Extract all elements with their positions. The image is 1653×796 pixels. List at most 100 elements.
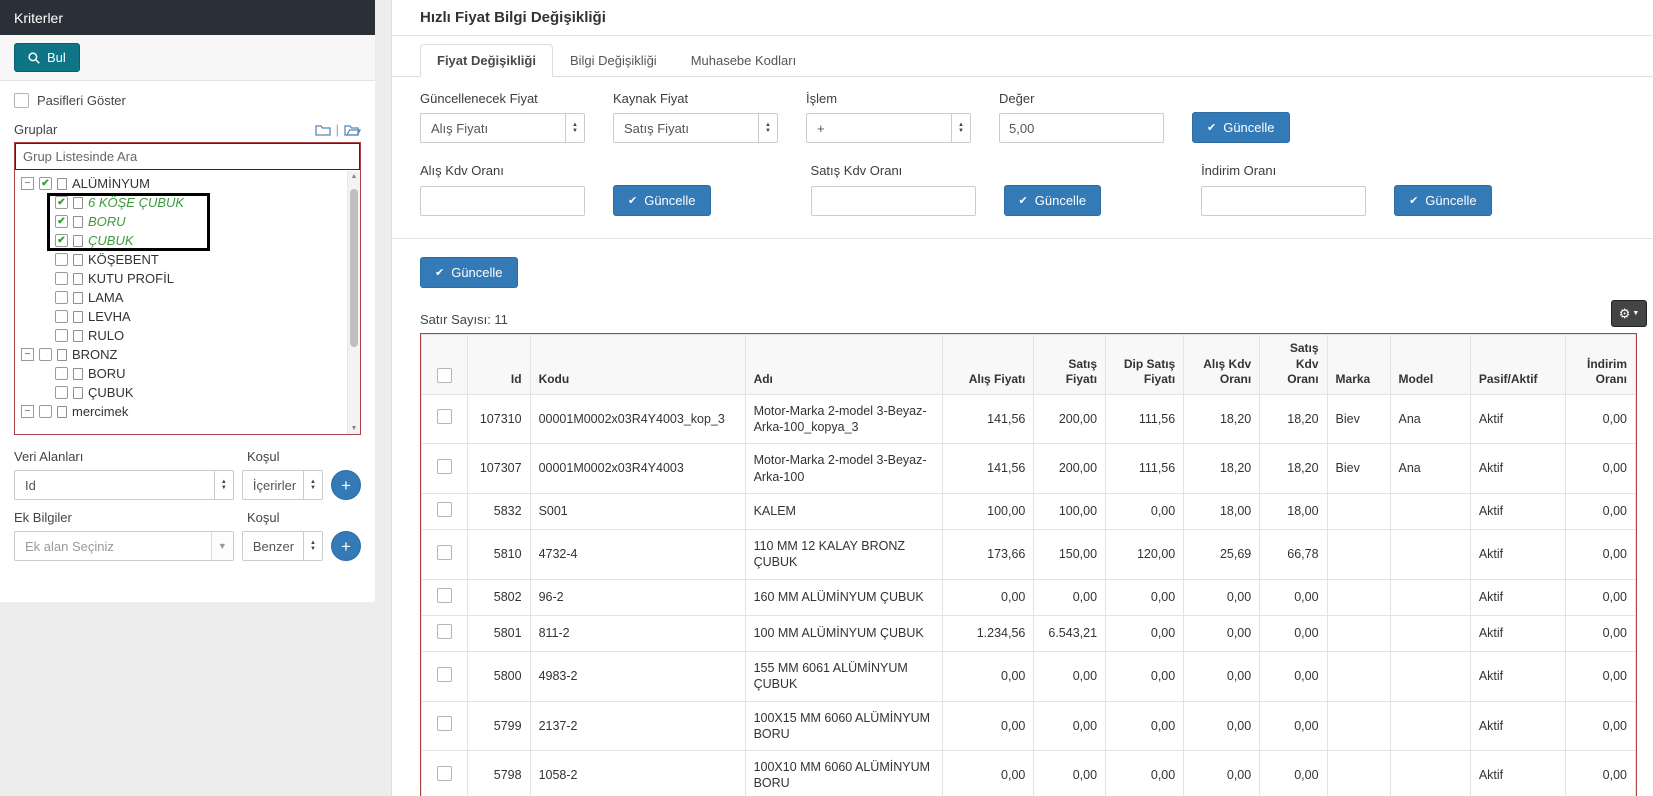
column-header[interactable]: Id xyxy=(467,335,530,395)
table-cell: 5800 xyxy=(467,652,530,702)
column-header[interactable]: Marka xyxy=(1327,335,1390,395)
collapse-all-folder-icon[interactable] xyxy=(315,123,331,136)
add-extra-button[interactable]: + xyxy=(331,531,361,561)
group-search-input[interactable] xyxy=(15,143,360,170)
update-price-button[interactable]: ✔ Güncelle xyxy=(1192,112,1290,143)
column-header[interactable]: Pasif/Aktif xyxy=(1470,335,1566,395)
show-passives-toggle[interactable]: Pasifleri Göster xyxy=(14,93,361,108)
tree-checkbox[interactable]: ✔ xyxy=(55,215,68,228)
page: Kriterler Bul Pasifleri Göster Gruplar | xyxy=(0,0,1653,796)
table-cell xyxy=(1327,652,1390,702)
bulk-update-button[interactable]: ✔ Güncelle xyxy=(420,257,518,288)
column-header[interactable]: Dip Satış Fiyatı xyxy=(1106,335,1184,395)
column-header[interactable]: Satış Kdv Oranı xyxy=(1260,335,1327,395)
table-cell: Aktif xyxy=(1470,444,1566,494)
value-input[interactable] xyxy=(999,113,1164,143)
tab-muhasebe-kodlari[interactable]: Muhasebe Kodları xyxy=(674,44,814,77)
row-checkbox[interactable] xyxy=(437,624,452,639)
tree-item[interactable]: − BRONZ xyxy=(19,345,356,364)
tree-checkbox[interactable] xyxy=(55,272,68,285)
row-checkbox[interactable] xyxy=(437,588,452,603)
tree-scrollbar[interactable]: ▲ ▼ xyxy=(347,171,360,434)
tree-item[interactable]: LEVHA xyxy=(19,307,356,326)
tree-item[interactable]: ✔6 KÖŞE ÇUBUK xyxy=(19,193,356,212)
tab-fiyat-degisikligi[interactable]: Fiyat Değişikliği xyxy=(420,44,553,77)
tree-item-label: BRONZ xyxy=(72,347,118,362)
price-form-row-2: Alış Kdv Oranı ✔ Güncelle Satış Kdv Oran… xyxy=(420,163,1637,216)
tree-item[interactable]: ✔ÇUBUK xyxy=(19,231,356,250)
tree-item[interactable]: −mercimek xyxy=(19,402,356,421)
update-price-select[interactable]: Alış Fiyatı ▲▼ xyxy=(420,113,585,143)
row-checkbox[interactable] xyxy=(437,459,452,474)
condition-select-1[interactable]: İçerirler ▲▼ xyxy=(242,470,323,500)
tab-bilgi-degisikligi[interactable]: Bilgi Değişikliği xyxy=(553,44,674,77)
operation-select[interactable]: + ▲▼ xyxy=(806,113,971,143)
tree-expander-icon[interactable]: − xyxy=(21,348,34,361)
column-header[interactable]: Alış Kdv Oranı xyxy=(1184,335,1260,395)
table-row[interactable]: 5801811-2100 MM ALÜMİNYUM ÇUBUK1.234,566… xyxy=(422,615,1636,651)
find-button[interactable]: Bul xyxy=(14,43,80,72)
row-checkbox[interactable] xyxy=(437,667,452,682)
add-criteria-button[interactable]: + xyxy=(331,470,361,500)
table-row[interactable]: 57992137-2100X15 MM 6060 ALÜMİNYUM BORU0… xyxy=(422,701,1636,751)
update-sales-vat-button[interactable]: ✔ Güncelle xyxy=(1004,185,1102,216)
column-header[interactable]: Satış Fiyatı xyxy=(1034,335,1106,395)
column-header[interactable]: İndirim Oranı xyxy=(1566,335,1636,395)
data-field-select[interactable]: Id ▲▼ xyxy=(14,470,234,500)
table-row[interactable]: 58104732-4110 MM 12 KALAY BRONZ ÇUBUK173… xyxy=(422,530,1636,580)
show-passives-checkbox[interactable] xyxy=(14,93,29,108)
table-cell: 100X10 MM 6060 ALÜMİNYUM BORU xyxy=(745,751,943,796)
column-header[interactable]: Model xyxy=(1390,335,1470,395)
update-purchase-vat-button[interactable]: ✔ Güncelle xyxy=(613,185,711,216)
tree-checkbox[interactable] xyxy=(55,291,68,304)
column-header[interactable]: Alış Fiyatı xyxy=(943,335,1034,395)
tree-checkbox[interactable] xyxy=(55,329,68,342)
tree-checkbox[interactable] xyxy=(39,348,52,361)
tree-expander-icon[interactable]: − xyxy=(21,405,34,418)
tree-checkbox[interactable] xyxy=(55,310,68,323)
tree-expander-icon[interactable]: − xyxy=(21,177,34,190)
expand-all-folder-icon[interactable] xyxy=(344,123,361,136)
column-header[interactable]: Adı xyxy=(745,335,943,395)
extra-field-select[interactable]: Ek alan Seçiniz ▼ xyxy=(14,531,234,561)
tree-checkbox[interactable] xyxy=(39,405,52,418)
row-checkbox[interactable] xyxy=(437,545,452,560)
table-row[interactable]: 58004983-2155 MM 6061 ALÜMİNYUM ÇUBUK0,0… xyxy=(422,652,1636,702)
row-checkbox[interactable] xyxy=(437,502,452,517)
tree-item[interactable]: KÖŞEBENT xyxy=(19,250,356,269)
table-settings-button[interactable]: ⚙ ▼ xyxy=(1611,300,1647,327)
tree-item[interactable]: BORU xyxy=(19,364,356,383)
tree-item[interactable]: ✔BORU xyxy=(19,212,356,231)
sales-vat-input[interactable] xyxy=(811,186,976,216)
scroll-down-icon[interactable]: ▼ xyxy=(348,425,360,432)
select-all-checkbox[interactable] xyxy=(437,368,452,383)
tree-checkbox[interactable] xyxy=(55,253,68,266)
source-price-select[interactable]: Satış Fiyatı ▲▼ xyxy=(613,113,778,143)
condition-select-2[interactable]: Benzer ▲▼ xyxy=(242,531,323,561)
tree-checkbox[interactable]: ✔ xyxy=(55,196,68,209)
row-checkbox[interactable] xyxy=(437,766,452,781)
table-row[interactable]: 10731000001M0002x03R4Y4003_kop_3Motor-Ma… xyxy=(422,394,1636,444)
row-checkbox[interactable] xyxy=(437,716,452,731)
purchase-vat-input[interactable] xyxy=(420,186,585,216)
table-row[interactable]: 57981058-2100X10 MM 6060 ALÜMİNYUM BORU0… xyxy=(422,751,1636,796)
scrollbar-thumb[interactable] xyxy=(350,189,358,347)
tree-checkbox[interactable] xyxy=(55,386,68,399)
scroll-up-icon[interactable]: ▲ xyxy=(348,173,360,180)
tree-item[interactable]: −✔ALÜMİNYUM xyxy=(19,174,356,193)
update-discount-button[interactable]: ✔ Güncelle xyxy=(1394,185,1492,216)
table-row[interactable]: 10730700001M0002x03R4Y4003Motor-Marka 2-… xyxy=(422,444,1636,494)
tree-item[interactable]: ÇUBUK xyxy=(19,383,356,402)
tree-item[interactable]: LAMA xyxy=(19,288,356,307)
row-checkbox[interactable] xyxy=(437,409,452,424)
tree-item[interactable]: KUTU PROFİL xyxy=(19,269,356,288)
tree-checkbox[interactable]: ✔ xyxy=(39,177,52,190)
tree-checkbox[interactable]: ✔ xyxy=(55,234,68,247)
tree-checkbox[interactable] xyxy=(55,367,68,380)
column-header[interactable]: Kodu xyxy=(530,335,745,395)
table-cell: 200,00 xyxy=(1034,444,1106,494)
table-row[interactable]: 5832S001KALEM100,00100,000,0018,0018,00A… xyxy=(422,493,1636,529)
table-row[interactable]: 580296-2160 MM ALÜMİNYUM ÇUBUK0,000,000,… xyxy=(422,579,1636,615)
tree-item[interactable]: RULO xyxy=(19,326,356,345)
discount-rate-input[interactable] xyxy=(1201,186,1366,216)
